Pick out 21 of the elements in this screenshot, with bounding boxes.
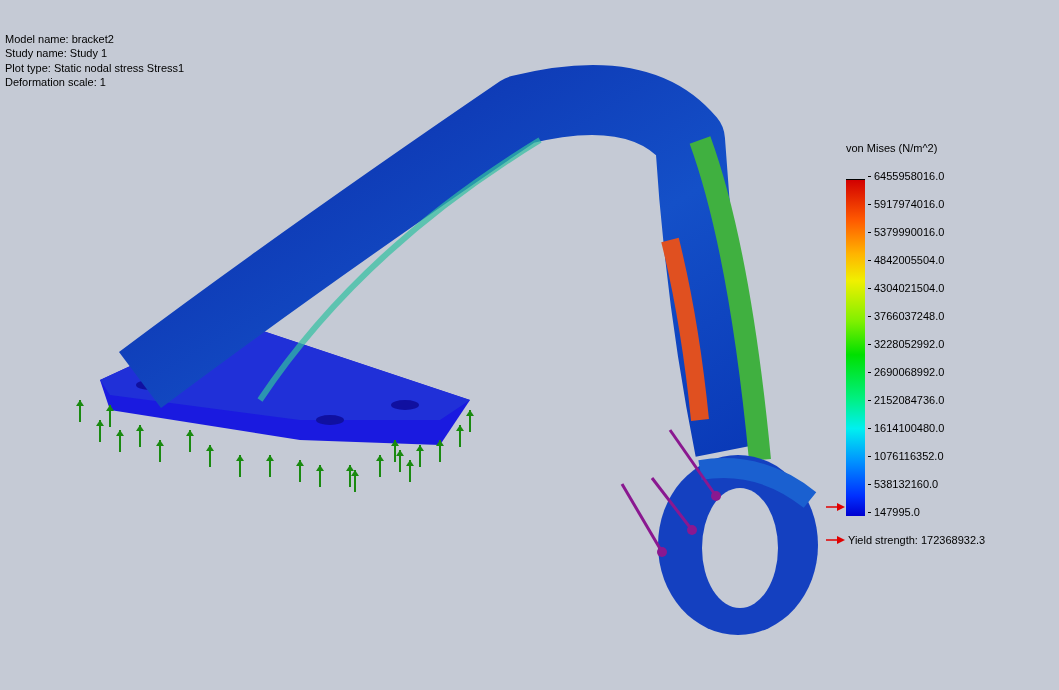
scale-label: 3228052992.0 (874, 337, 945, 352)
plot-info-text: Deformation scale: 1 (5, 74, 107, 90)
plot-info-text: Plot type: Static nodal stress Stress1 (5, 60, 186, 75)
yield-marker-arrow-icon (826, 502, 846, 512)
scale-label: 2152084736.0 (874, 393, 945, 408)
yield-arrow-icon (826, 535, 846, 545)
scale-label: 4304021504.0 (874, 281, 945, 296)
legend-title: von Mises (N/m^2) (846, 141, 939, 155)
scale-label: 3766037248.0 (874, 309, 945, 324)
scale-label: 6455958016.0 (874, 169, 945, 184)
scale-label: 538132160.0 (874, 477, 939, 492)
scale-label: 147995.0 (874, 505, 920, 520)
plot-info-text: Model name: bracket2 (5, 32, 115, 47)
scale-label: 5379990016.0 (874, 225, 945, 240)
scale-label: 4842005504.0 (874, 253, 945, 268)
scale-label: 1076116352.0 (874, 449, 944, 464)
scale-label: 1614100480.0 (874, 421, 945, 436)
yield-strength-label: Yield strength: 172368932.3 (848, 534, 986, 546)
scale-label: 5917974016.0 (874, 197, 945, 212)
plot-info-text: Study name: Study 1 (5, 46, 109, 61)
scale-label: 2690068992.0 (874, 365, 945, 380)
